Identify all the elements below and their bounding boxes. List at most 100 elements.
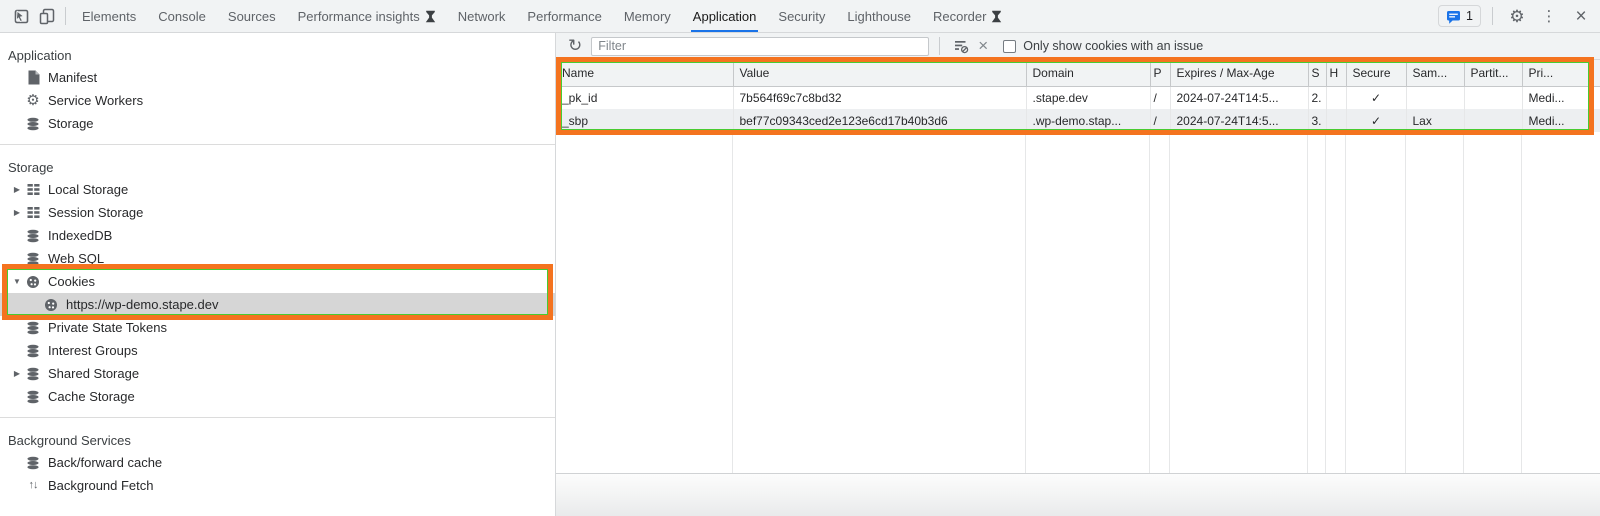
sidebar-item-cookies[interactable]: ▼ Cookies	[0, 270, 555, 293]
devtools-window: Elements Console Sources Performance ins…	[0, 0, 1600, 516]
cell-samesite[interactable]	[1406, 86, 1465, 109]
sidebar-item-cookie-origin[interactable]: https://wp-demo.stape.dev	[0, 293, 555, 316]
inspect-cursor-icon	[11, 6, 31, 26]
cell-path[interactable]: /	[1150, 86, 1171, 109]
column-header-priority[interactable]: Pri...	[1522, 60, 1600, 87]
delete-cookie-button[interactable]: ×	[972, 35, 994, 57]
column-header-samesite[interactable]: Sam...	[1406, 60, 1465, 87]
cell-name[interactable]: _sbp	[556, 109, 734, 132]
chevron-right-icon[interactable]: ▶	[10, 369, 24, 378]
cell-expires[interactable]: 2024-07-24T14:5...	[1170, 109, 1309, 132]
cell-size[interactable]: 3.	[1308, 109, 1327, 132]
issue-filter-label[interactable]: Only show cookies with an issue	[1023, 39, 1203, 53]
cookie-value-preview-pane	[556, 473, 1600, 516]
more-options-button[interactable]: ⋮	[1536, 3, 1562, 29]
device-toolbar-icon	[37, 6, 57, 26]
sidebar-item-local-storage[interactable]: ▶ Local Storage	[0, 178, 555, 201]
cell-samesite[interactable]: Lax	[1406, 109, 1465, 132]
sidebar-item-private-state-tokens[interactable]: Private State Tokens	[0, 316, 555, 339]
cell-httponly[interactable]	[1326, 86, 1347, 109]
empty-table-grid	[556, 132, 1600, 473]
panel-tabs: Elements Console Sources Performance ins…	[71, 0, 1013, 32]
cell-partition[interactable]	[1464, 86, 1523, 109]
cell-expires[interactable]: 2024-07-24T14:5...	[1170, 86, 1309, 109]
settings-button[interactable]: ⚙	[1504, 3, 1530, 29]
cell-path[interactable]: /	[1150, 109, 1171, 132]
toolbar-separator	[939, 37, 941, 55]
column-header-expires[interactable]: Expires / Max-Age	[1170, 60, 1309, 87]
database-icon	[24, 252, 42, 266]
cell-partition[interactable]	[1464, 109, 1523, 132]
tab-performance-insights[interactable]: Performance insights	[287, 0, 447, 32]
cookie-row-pk-id[interactable]: _pk_id 7b564f69c7c8bd32 .stape.dev / 202…	[556, 86, 1600, 109]
tab-security[interactable]: Security	[767, 0, 836, 32]
tab-console[interactable]: Console	[147, 0, 217, 32]
chevron-down-icon[interactable]: ▼	[10, 277, 24, 286]
cell-secure[interactable]: ✓	[1346, 86, 1407, 109]
chevron-right-icon[interactable]: ▶	[10, 208, 24, 217]
tab-elements[interactable]: Elements	[71, 0, 147, 32]
cell-value[interactable]: 7b564f69c7c8bd32	[733, 86, 1027, 109]
filter-input[interactable]	[591, 36, 930, 56]
column-header-name[interactable]: Name	[556, 60, 734, 87]
cell-name[interactable]: _pk_id	[556, 86, 734, 109]
sidebar-item-storage[interactable]: Storage	[0, 112, 555, 135]
tab-network[interactable]: Network	[447, 0, 517, 32]
column-header-httponly[interactable]: H	[1326, 60, 1347, 87]
sidebar-item-service-workers[interactable]: ⚙ Service Workers	[0, 89, 555, 112]
tab-performance[interactable]: Performance	[516, 0, 612, 32]
experiment-beaker-icon	[425, 10, 436, 23]
cell-secure[interactable]: ✓	[1346, 109, 1407, 132]
column-header-secure[interactable]: Secure	[1346, 60, 1407, 87]
toolbar-separator	[1492, 7, 1493, 25]
cell-httponly[interactable]	[1326, 109, 1347, 132]
database-icon	[24, 390, 42, 404]
close-devtools-button[interactable]: ×	[1568, 3, 1594, 29]
tab-application[interactable]: Application	[682, 0, 768, 32]
tab-memory[interactable]: Memory	[613, 0, 682, 32]
section-title: Application	[8, 47, 72, 63]
sidebar-item-back-forward-cache[interactable]: Back/forward cache	[0, 451, 555, 474]
sidebar-item-indexeddb[interactable]: IndexedDB	[0, 224, 555, 247]
close-icon: ×	[1575, 5, 1587, 27]
device-toolbar-button[interactable]	[34, 3, 60, 29]
tab-sources[interactable]: Sources	[217, 0, 287, 32]
cookie-icon	[24, 275, 42, 289]
toolbar-separator	[65, 7, 66, 25]
sidebar-item-background-fetch[interactable]: ↑↓ Background Fetch	[0, 474, 555, 497]
cell-priority[interactable]: Medi...	[1522, 86, 1600, 109]
issue-filter-checkbox[interactable]	[1003, 39, 1017, 53]
cell-value[interactable]: bef77c09343ced2e123e6cd17b40b3d6	[733, 109, 1027, 132]
cell-priority[interactable]: Medi...	[1522, 109, 1600, 132]
clear-filter-button[interactable]	[950, 35, 972, 57]
tab-lighthouse[interactable]: Lighthouse	[836, 0, 922, 32]
cookie-row-sbp[interactable]: _sbp bef77c09343ced2e123e6cd17b40b3d6 .w…	[556, 109, 1600, 132]
column-header-value[interactable]: Value	[733, 60, 1027, 87]
issues-count-badge: 1	[1466, 9, 1473, 23]
devtools-tabbar: Elements Console Sources Performance ins…	[0, 0, 1600, 33]
sidebar-item-shared-storage[interactable]: ▶ Shared Storage	[0, 362, 555, 385]
column-header-domain[interactable]: Domain	[1026, 60, 1151, 87]
cell-domain[interactable]: .stape.dev	[1026, 86, 1151, 109]
cookie-table-header: Name Value Domain P Expires / Max-Age S …	[556, 60, 1600, 87]
cookie-icon	[42, 298, 60, 312]
column-header-path[interactable]: P	[1150, 60, 1171, 87]
column-header-partition[interactable]: Partit...	[1464, 60, 1523, 87]
cell-domain[interactable]: .wp-demo.stap...	[1026, 109, 1151, 132]
refresh-icon[interactable]: ↻	[568, 36, 582, 56]
tab-recorder[interactable]: Recorder	[922, 0, 1013, 32]
sidebar-item-session-storage[interactable]: ▶ Session Storage	[0, 201, 555, 224]
sidebar-section-background-services: Background Services Back/forward cache ↑…	[0, 417, 555, 497]
sidebar-item-interest-groups[interactable]: Interest Groups	[0, 339, 555, 362]
cell-size[interactable]: 2.	[1308, 86, 1327, 109]
database-icon	[24, 367, 42, 381]
database-icon	[24, 321, 42, 335]
sidebar-item-cache-storage[interactable]: Cache Storage	[0, 385, 555, 408]
column-header-size[interactable]: S	[1308, 60, 1327, 87]
sidebar-section-storage: Storage ▶ Local Storage ▶ Session Storag…	[0, 144, 555, 408]
sidebar-item-manifest[interactable]: Manifest	[0, 66, 555, 89]
chevron-right-icon[interactable]: ▶	[10, 185, 24, 194]
issues-button[interactable]: 1	[1438, 5, 1481, 27]
sidebar-item-web-sql[interactable]: Web SQL	[0, 247, 555, 270]
inspect-element-button[interactable]	[8, 3, 34, 29]
